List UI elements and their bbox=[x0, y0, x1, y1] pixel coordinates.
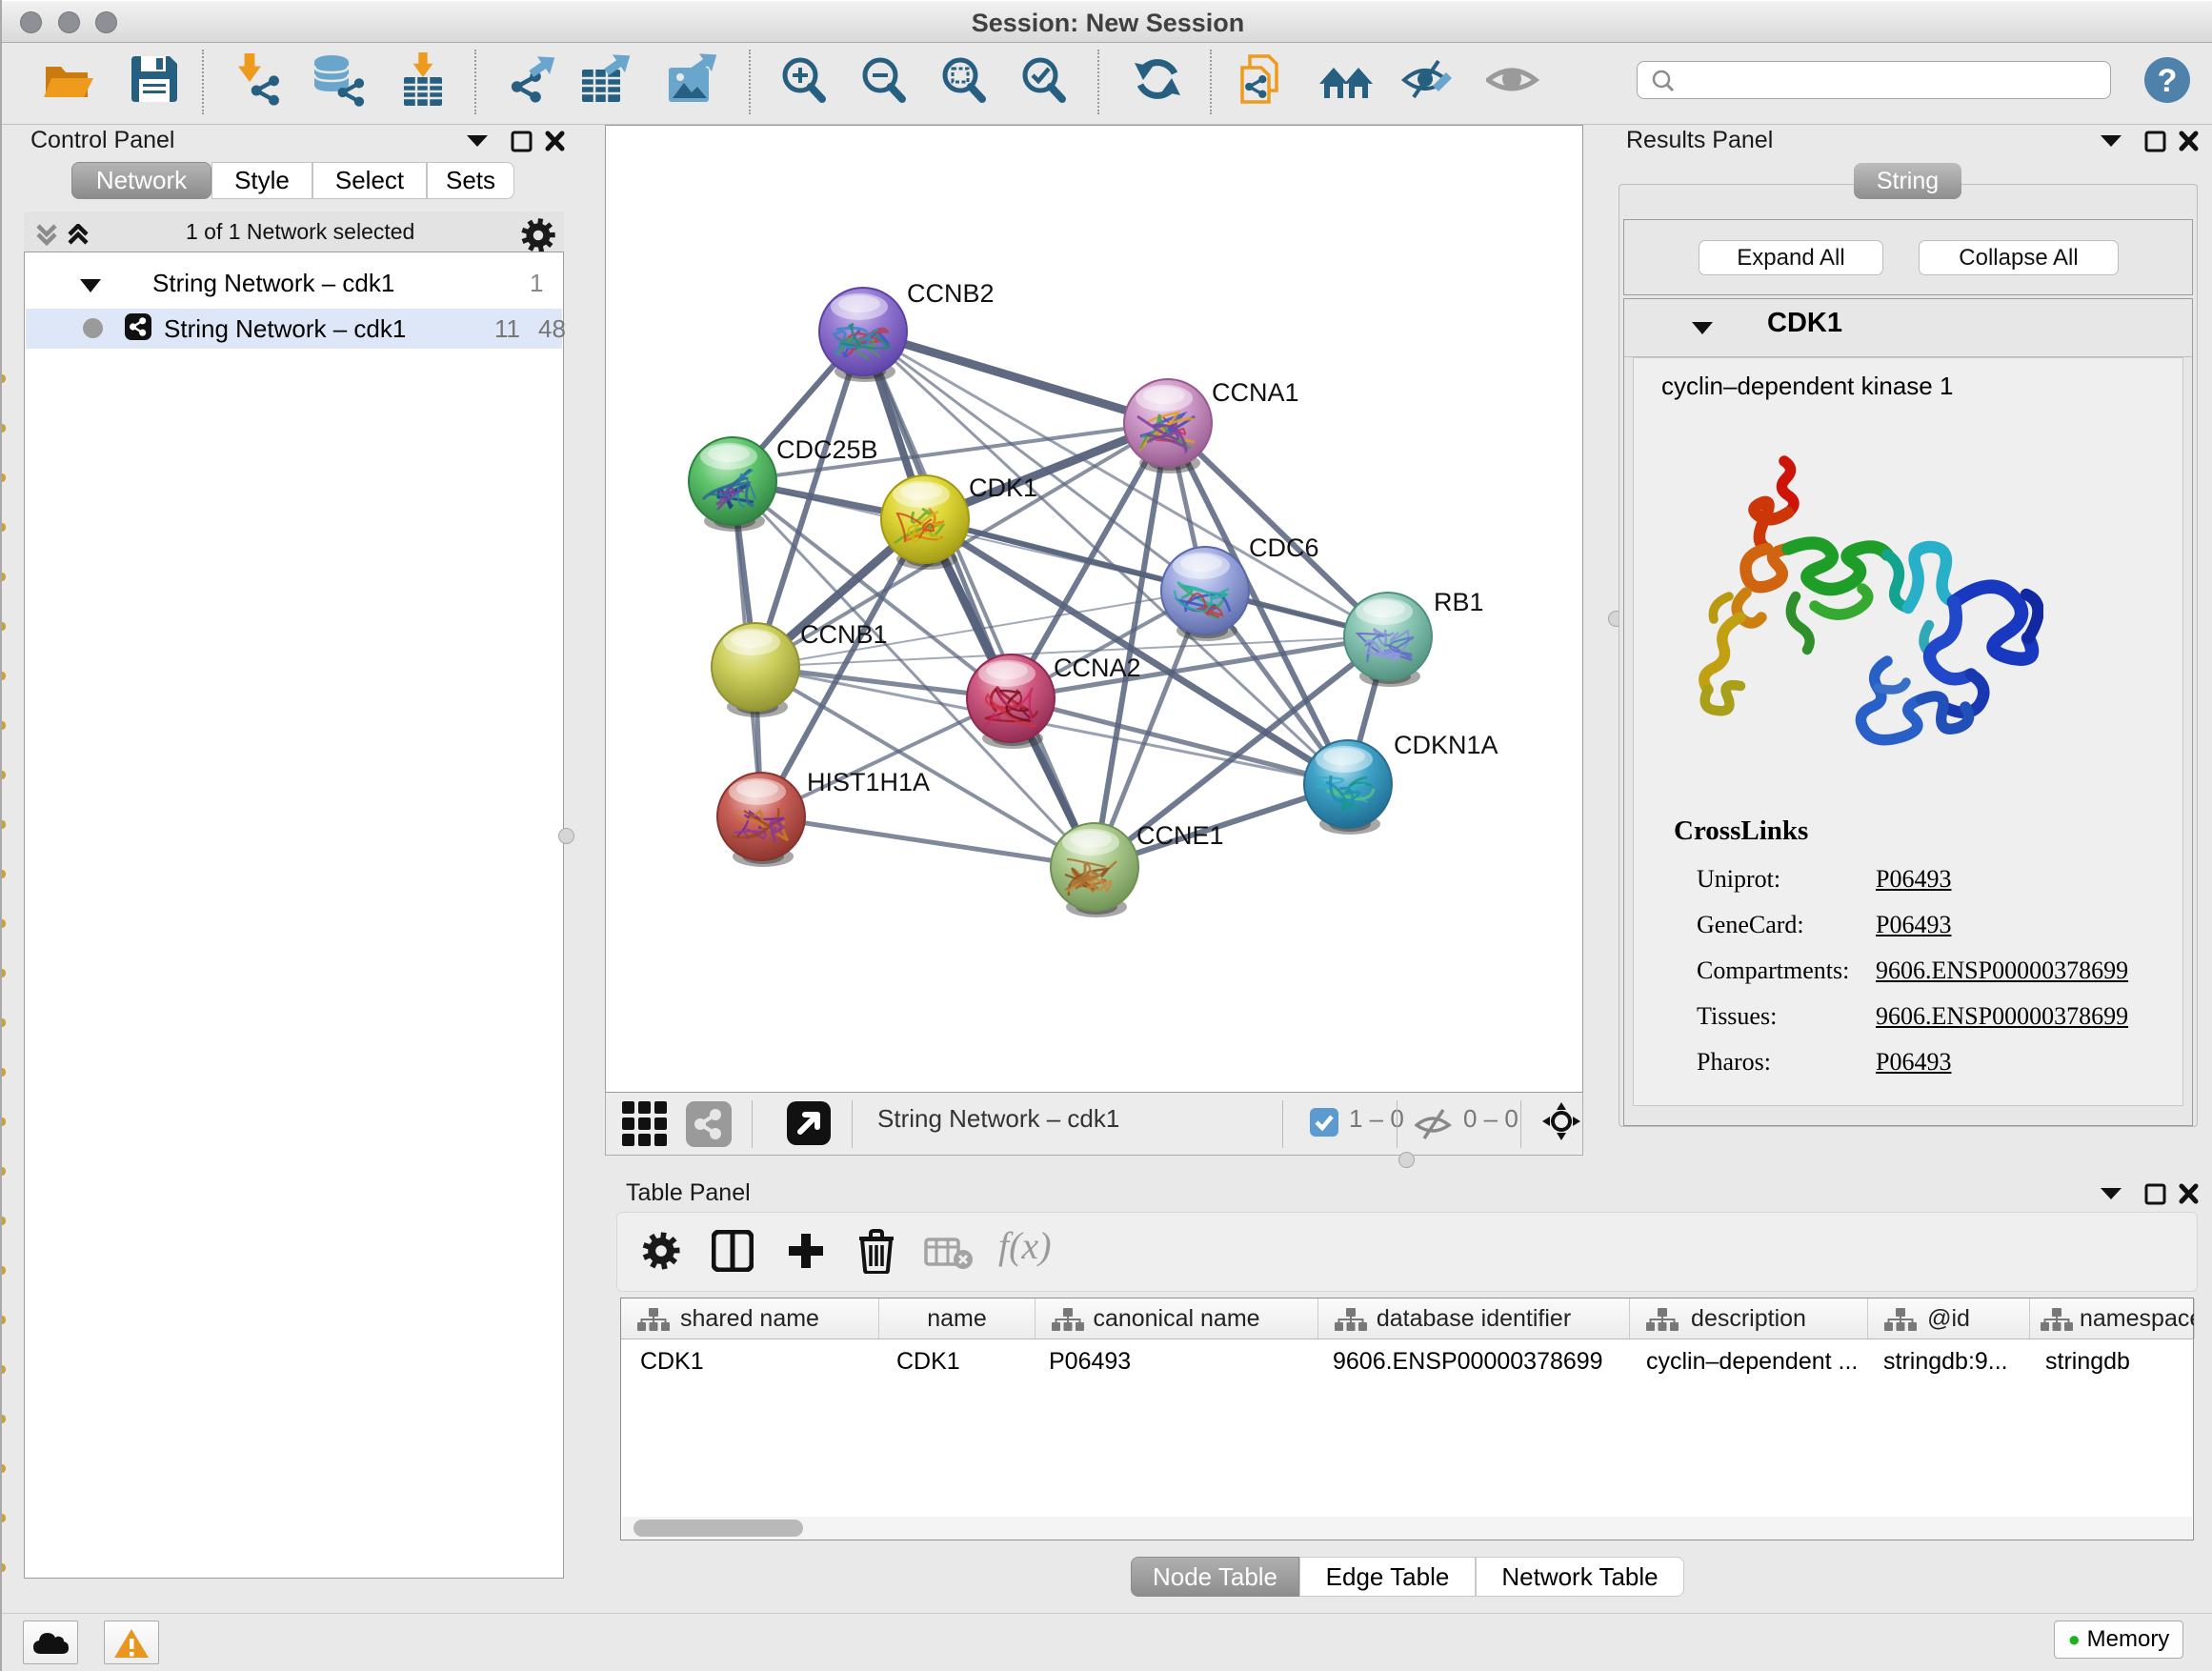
svg-text:CCNA1: CCNA1 bbox=[1212, 378, 1299, 407]
svg-text:CCNA2: CCNA2 bbox=[1054, 654, 1141, 682]
svg-text:CDC6: CDC6 bbox=[1249, 534, 1319, 562]
svg-text:RB1: RB1 bbox=[1434, 588, 1484, 616]
svg-text:CDK1: CDK1 bbox=[969, 473, 1037, 502]
svg-text:CCNB2: CCNB2 bbox=[907, 279, 995, 308]
svg-text:CCNB1: CCNB1 bbox=[800, 620, 888, 649]
svg-text:CDC25B: CDC25B bbox=[776, 435, 878, 464]
svg-text:CDKN1A: CDKN1A bbox=[1394, 731, 1498, 759]
svg-text:?: ? bbox=[2158, 63, 2178, 99]
svg-text:CCNE1: CCNE1 bbox=[1136, 821, 1224, 850]
svg-text:HIST1H1A: HIST1H1A bbox=[807, 768, 930, 796]
